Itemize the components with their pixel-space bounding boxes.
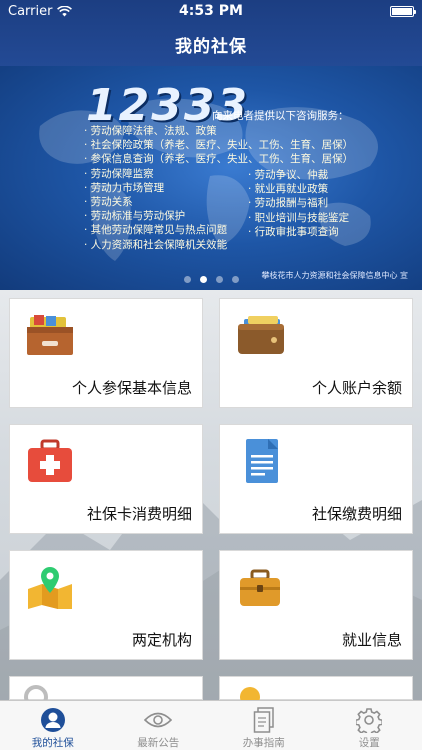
- menu-grid: 个人参保基本信息 个人账户余额 社保卡消费明细 社保缴费明细 两定机构 就业信息: [0, 290, 422, 700]
- tile-label: 社保卡消费明细: [86, 505, 192, 523]
- service-item: · 人力资源和社会保障机关效能: [84, 238, 228, 251]
- service-item: · 参保信息查询（养老、医疗、失业、工伤、生育、居保）: [84, 153, 354, 166]
- document-icon: [246, 439, 278, 483]
- tile-personal-insurance-info[interactable]: 个人参保基本信息: [9, 298, 203, 408]
- top-bar: Carrier 4:53 PM 我的社保: [0, 0, 422, 66]
- tab-announcements[interactable]: 最新公告: [106, 701, 212, 750]
- hotline-banner[interactable]: 12333 向来电者提供以下咨询服务： · 劳动保障法律、法规、政策 · 社会保…: [0, 66, 422, 290]
- ring-icon: [24, 685, 48, 700]
- service-list-right: · 劳动争议、仲裁 · 就业再就业政策 · 劳动报酬与福利 · 职业培训与技能鉴…: [248, 168, 349, 239]
- page-dot-active[interactable]: [199, 276, 207, 283]
- banner-intro: 向来电者提供以下咨询服务：: [212, 110, 349, 122]
- drawer-icon: [27, 315, 73, 355]
- eye-icon: [144, 706, 173, 733]
- first-aid-kit-icon: [28, 439, 72, 482]
- gear-icon: [355, 706, 383, 733]
- tile-payment-details[interactable]: 社保缴费明细: [219, 424, 413, 534]
- tile-label: 就业信息: [341, 631, 402, 649]
- service-item: · 职业培训与技能鉴定: [248, 211, 350, 224]
- tile-label: 两定机构: [131, 631, 192, 649]
- status-time: 4:53 PM: [179, 3, 243, 19]
- page-dot[interactable]: [183, 276, 191, 283]
- tile-label: 个人账户余额: [311, 379, 402, 397]
- service-item: · 劳动争议、仲裁: [248, 169, 329, 181]
- tab-settings[interactable]: 设置: [317, 701, 422, 750]
- briefcase-icon: [240, 569, 280, 606]
- tile-card-consumption[interactable]: 社保卡消费明细: [9, 424, 203, 534]
- tab-label: 我的社保: [31, 737, 74, 749]
- service-item: · 劳动报酬与福利: [248, 197, 329, 210]
- tile-partial-left[interactable]: [9, 676, 203, 700]
- page-title: 我的社保: [175, 36, 247, 57]
- tile-label: 个人参保基本信息: [71, 379, 192, 397]
- tile-employment-info[interactable]: 就业信息: [219, 550, 413, 660]
- page-dot[interactable]: [215, 276, 223, 283]
- tile-designated-institutions[interactable]: 两定机构: [9, 550, 203, 660]
- documents-icon: [250, 706, 278, 733]
- tab-my-insurance[interactable]: 我的社保: [0, 701, 106, 750]
- service-item: · 劳动保障法律、法规、政策: [84, 125, 217, 137]
- tile-partial-right[interactable]: [219, 676, 413, 700]
- service-item: · 就业再就业政策: [248, 183, 329, 196]
- battery-icon: [390, 5, 416, 17]
- tab-bar: 我的社保 最新公告 办事指南 设置: [0, 700, 422, 750]
- tab-service-guide[interactable]: 办事指南: [211, 701, 317, 750]
- coin-icon: [240, 687, 260, 700]
- status-bar: Carrier 4:53 PM: [0, 0, 422, 22]
- tile-label: 社保缴费明细: [311, 505, 402, 523]
- tab-label: 办事指南: [242, 737, 285, 749]
- tab-label: 最新公告: [137, 737, 180, 749]
- tile-account-balance[interactable]: 个人账户余额: [219, 298, 413, 408]
- wallet-icon: [238, 316, 284, 354]
- page-dot[interactable]: [231, 276, 239, 283]
- tab-label: 设置: [358, 737, 380, 749]
- page-indicator[interactable]: [0, 276, 422, 283]
- service-item: · 行政审批事项查询: [248, 225, 339, 238]
- service-item: · 社会保险政策（养老、医疗、失业、工伤、生育、居保）: [84, 139, 354, 152]
- person-icon: [39, 706, 67, 733]
- map-pin-icon: [28, 567, 72, 609]
